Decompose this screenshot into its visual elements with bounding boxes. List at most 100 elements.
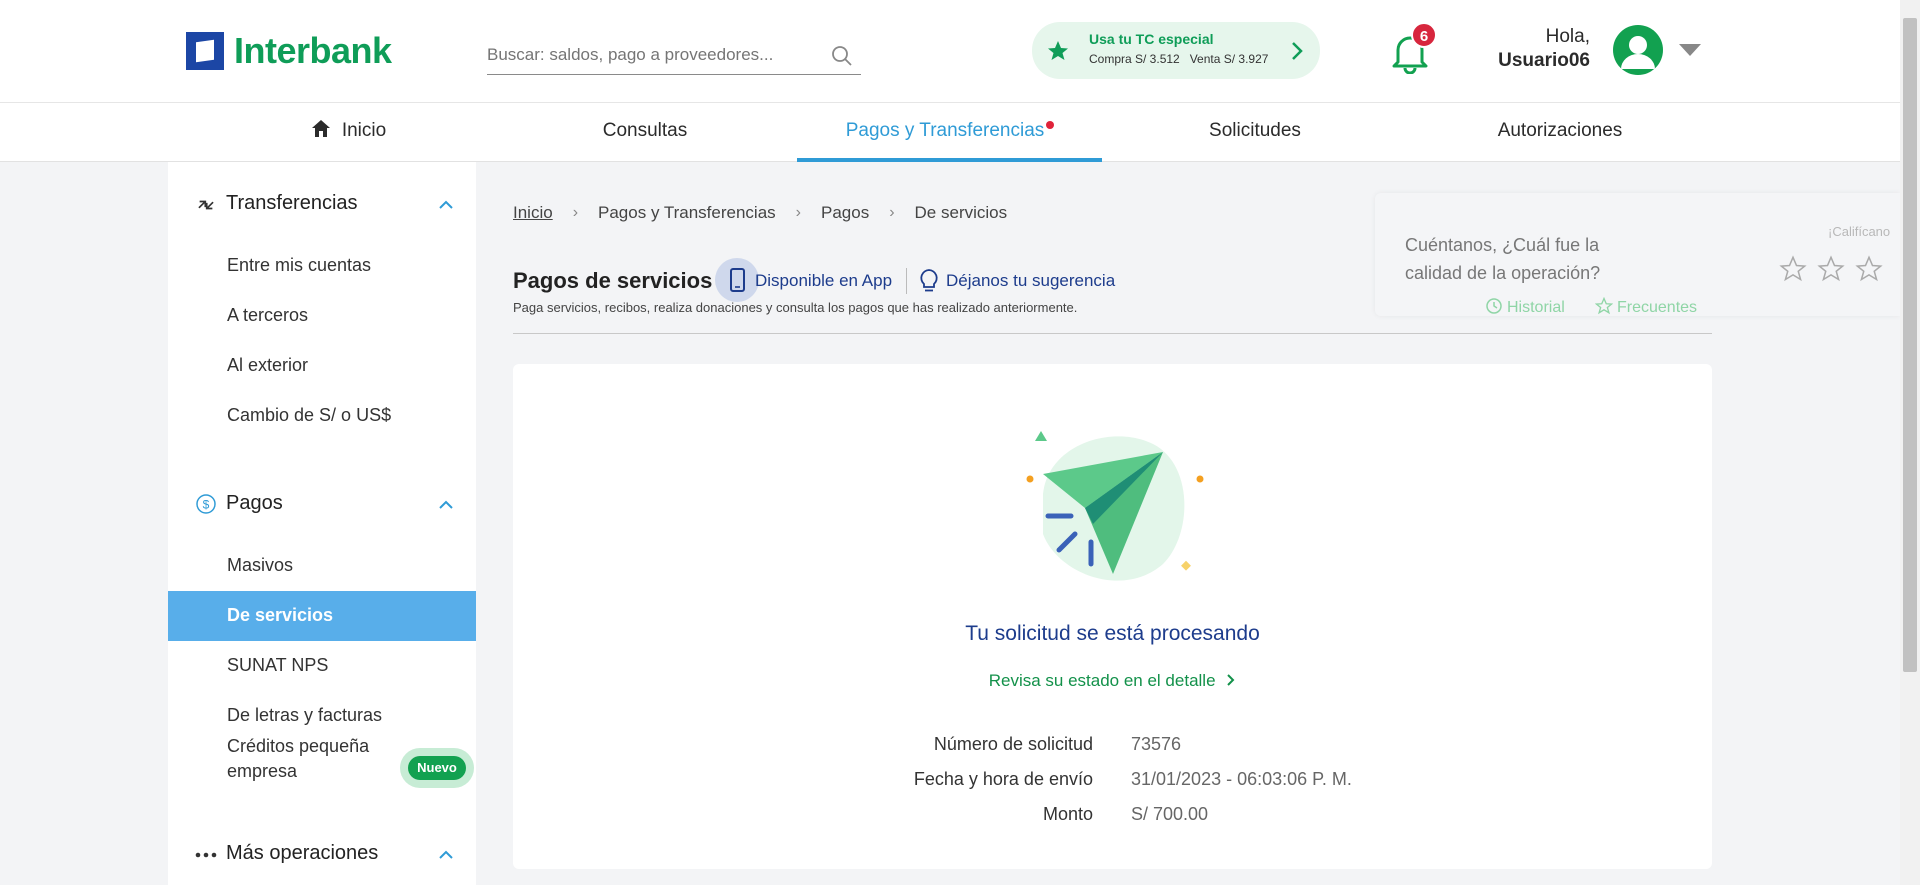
breadcrumb-de-servicios: De servicios [914,203,1008,222]
chevron-up-icon [439,200,453,209]
paper-plane-illustration [1026,431,1204,581]
rating-stars [1779,255,1883,283]
tc-rates: Compra S/ 3.512 Venta S/ 3.927 [1089,52,1269,66]
sidebar-item-sunat-nps[interactable]: SUNAT NPS [168,641,476,691]
chevron-right-icon: › [795,204,801,221]
breadcrumb: Inicio › Pagos y Transferencias › Pagos … [513,203,1007,223]
field-value-monto: S/ 700.00 [1131,804,1209,824]
field-label-numero: Número de solicitud [933,734,1093,754]
divider [513,333,1712,334]
sidebar-item-entre-mis-cuentas[interactable]: Entre mis cuentas [168,241,476,291]
search-icon[interactable] [831,45,853,67]
sidebar-section-pagos[interactable]: $ Pagos [168,492,476,526]
sidebar-item-al-exterior[interactable]: Al exterior [168,341,476,391]
home-icon [311,120,330,137]
sidebar-section-transferencias[interactable]: Transferencias [168,192,476,226]
star-icon [1048,41,1068,60]
chevron-down-icon[interactable] [1679,44,1701,56]
sidebar-section-title: Transferencias [226,192,358,214]
greeting-text: Hola, [1545,26,1590,47]
search-box[interactable] [487,40,861,75]
chevron-right-icon: › [572,204,579,221]
sidebar-item-label: De letras y facturas [227,705,383,725]
rating-question: Cuéntanos, ¿Cuál fue la calidad de la op… [1405,235,1601,283]
breadcrumb-inicio[interactable]: Inicio [513,203,553,223]
rating-panel: Cuéntanos, ¿Cuál fue la calidad de la op… [1375,193,1900,316]
divider [906,268,907,294]
app-icon-wrap[interactable] [715,258,759,302]
nav-consultas[interactable]: Consultas [580,103,710,161]
nav-autorizaciones[interactable]: Autorizaciones [1485,103,1635,161]
sidebar-item-a-terceros[interactable]: A terceros [168,291,476,341]
main-nav: Inicio Consultas Pagos y Transferencias … [0,103,1900,162]
sidebar-item-cambio[interactable]: Cambio de S/ o US$ [168,391,476,441]
sidebar-section-mas-operaciones[interactable]: Más operaciones [168,842,476,876]
historial-link[interactable]: Historial [1485,297,1565,317]
historial-label: Historial [1507,299,1565,316]
nav-new-dot [1046,121,1054,129]
sidebar-item-label: Créditos pequeña empresa [227,736,370,781]
page-description: Paga servicios, recibos, realiza donacio… [513,300,1078,315]
sidebar-section-title: Más operaciones [226,842,379,864]
sidebar-section-title: Pagos [226,492,283,514]
dollar-circle-icon: $ [196,494,216,514]
field-value-fecha: 31/01/2023 - 06:03:06 P. M. [1131,769,1352,789]
star-outline-icon[interactable] [1779,255,1807,283]
sidebar-item-de-servicios[interactable]: De servicios [168,591,476,641]
chevron-right-icon [1227,674,1235,686]
revisa-estado-label: Revisa su estado en el detalle [988,671,1216,690]
sidebar-item-label: Entre mis cuentas [227,255,372,275]
nav-inicio-label: Inicio [341,120,387,141]
lightbulb-icon[interactable] [919,268,939,294]
sidebar: Transferencias Entre mis cuentas A terce… [168,162,476,885]
sidebar-item-masivos[interactable]: Masivos [168,541,476,591]
frecuentes-link[interactable]: Frecuentes [1594,296,1698,317]
field-label-monto: Monto [1042,804,1093,824]
status-title: Tu solicitud se está procesando [965,622,1260,645]
mobile-phone-icon [730,268,745,292]
frecuentes-label: Frecuentes [1617,299,1698,316]
tc-title: Usa tu TC especial [1089,31,1214,47]
breadcrumb-pagos-transferencias[interactable]: Pagos y Transferencias [598,203,776,223]
user-greeting: Hola, Usuario06 [1470,25,1590,73]
star-outline-icon[interactable] [1855,255,1883,283]
logo-mark [186,32,224,70]
transfer-icon [198,200,214,210]
svg-text:$: $ [203,498,210,512]
nav-solicitudes[interactable]: Solicitudes [1185,103,1325,161]
sidebar-item-label: A terceros [227,305,309,325]
user-icon [1621,36,1655,69]
chevron-up-icon [439,850,453,859]
nuevo-badge: Nuevo [400,748,474,788]
sidebar-item-label: De servicios [227,605,334,625]
username: Usuario06 [1498,50,1590,71]
disponible-en-app-link[interactable]: Disponible en App [755,271,892,291]
more-dots-icon [195,852,217,858]
sidebar-item-label: Cambio de S/ o US$ [227,405,392,425]
field-value-numero: 73576 [1131,734,1182,754]
field-label-fecha: Fecha y hora de envío [913,769,1093,789]
notification-badge: 6 [1411,22,1437,48]
interbank-logo[interactable]: Interbank [186,30,392,72]
chevron-up-icon [439,500,453,509]
sidebar-item-label: Al exterior [227,355,309,375]
scrollbar-thumb[interactable] [1903,18,1917,672]
chevron-right-icon: › [889,204,895,221]
star-outline-icon [1594,296,1614,315]
dejanos-sugerencia-link[interactable]: Déjanos tu sugerencia [946,271,1115,291]
sidebar-item-label: SUNAT NPS [227,655,329,675]
tc-especial-banner[interactable]: Usa tu TC especial Compra S/ 3.512 Venta… [1032,22,1320,79]
page-title: Pagos de servicios [513,268,713,293]
sidebar-item-label: Masivos [227,555,294,575]
rating-label: ¡Califícano [1828,224,1891,239]
avatar[interactable] [1613,25,1663,75]
nav-inicio[interactable]: Inicio [293,103,403,161]
revisa-estado-link[interactable]: Revisa su estado en el detalle [513,671,1712,691]
result-card: Tu solicitud se está procesando Revisa s… [513,364,1712,869]
breadcrumb-pagos[interactable]: Pagos [821,203,869,223]
search-input[interactable] [487,40,817,70]
chevron-right-icon [1292,42,1303,60]
logo-text: Interbank [234,30,392,71]
nav-pagos-transferencias[interactable]: Pagos y Transferencias [825,103,1065,161]
star-outline-icon[interactable] [1817,255,1845,283]
